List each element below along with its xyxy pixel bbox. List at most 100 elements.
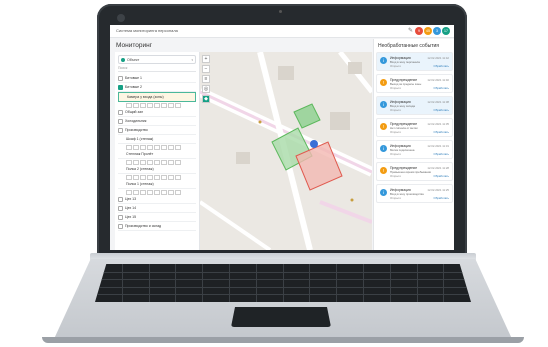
object-tree-panel: Объект ▾ Поиск Битовые 1 Битовые 2 Камер…	[115, 52, 200, 250]
warning-icon: !	[380, 123, 387, 130]
checkbox[interactable]	[118, 205, 123, 211]
tree-item-label: Камера у входа (зоны)	[127, 95, 164, 99]
tree-item-selected[interactable]: Камера у входа (зоны)	[118, 92, 196, 102]
info-icon: i	[380, 189, 387, 196]
event-status: Открыто	[390, 108, 402, 112]
process-event-link[interactable]: Обработать	[434, 108, 449, 112]
event-status: Открыто	[390, 86, 402, 90]
event-time: 12.02.2021 11:38	[427, 100, 449, 104]
map-view[interactable]: + − ≡ ◎ ◆	[200, 52, 372, 250]
chevron-down-icon: ▾	[191, 57, 193, 62]
event-card[interactable]: i Информация 12.02.2021 11:31 Метка подключ…	[376, 140, 453, 159]
tree-item-label: Цех 14	[125, 206, 137, 210]
event-status: Открыто	[390, 130, 402, 134]
event-time: 12.02.2021 11:35	[427, 122, 449, 126]
status-dot-icon	[121, 57, 125, 62]
tree-item-label: Производство и склад	[125, 224, 162, 228]
laptop: Система мониторинга персонала ✎ 9 45 3 1…	[0, 0, 548, 347]
locate-icon[interactable]: ◎	[202, 85, 210, 93]
notification-badges: ✎ 9 45 3 17	[408, 27, 450, 35]
tree-item[interactable]: Производство	[118, 126, 196, 135]
tree-item-label: Цех 13	[125, 197, 137, 201]
object-select[interactable]: Объект ▾	[118, 55, 196, 64]
event-status: Открыто	[390, 196, 402, 200]
event-status: Открыто	[390, 174, 402, 178]
tree-item-label: Стеллаж Пролёт	[126, 152, 154, 156]
tree-item-label: Битовые 2	[125, 85, 143, 89]
tree-item[interactable]: Стеллаж Пролёт	[118, 150, 196, 159]
tree-item[interactable]: Полка 2 (стелаж)	[118, 165, 196, 174]
map-canvas[interactable]	[200, 52, 372, 250]
process-event-link[interactable]: Обработать	[434, 152, 449, 156]
zoom-in-button[interactable]: +	[202, 55, 210, 63]
info-icon: i	[380, 101, 387, 108]
checkbox[interactable]	[118, 223, 123, 229]
tree-item-label: Битовые 1	[125, 76, 143, 80]
events-title: Необработанные события	[378, 43, 440, 49]
zoom-out-button[interactable]: −	[202, 65, 210, 73]
checkbox[interactable]	[118, 109, 123, 115]
object-select-value: Объект	[127, 57, 140, 62]
tree-item[interactable]: Холодильник	[118, 117, 196, 126]
event-card[interactable]: i Информация 12.02.2021 11:25 Вход в зону п…	[376, 184, 453, 203]
laptop-lid: Система мониторинга персонала ✎ 9 45 3 1…	[97, 4, 467, 255]
event-card[interactable]: i Информация 12.02.2021 11:42 Вход в зону п…	[376, 52, 453, 71]
checkbox[interactable]	[118, 196, 123, 202]
event-status: Открыто	[390, 64, 402, 68]
tree-item[interactable]: Производство и склад	[118, 222, 196, 231]
tree-item[interactable]: Цех 13	[118, 195, 196, 204]
process-event-link[interactable]: Обработать	[434, 174, 449, 178]
events-panel: Необработанные события i Информация 12.02.…	[373, 39, 454, 250]
tree-item[interactable]: Цех 14	[118, 204, 196, 213]
bezel-logo	[117, 14, 125, 22]
event-time: 12.02.2021 11:31	[427, 144, 449, 148]
checkbox[interactable]	[118, 84, 123, 90]
webcam	[279, 10, 282, 13]
screen: Система мониторинга персонала ✎ 9 45 3 1…	[110, 25, 454, 250]
events-list: i Информация 12.02.2021 11:42 Вход в зону п…	[376, 52, 453, 206]
tree-item[interactable]: Полка 1 (стелаж)	[118, 180, 196, 189]
process-event-link[interactable]: Обработать	[434, 64, 449, 68]
tree-item-label: Общий зал	[125, 110, 144, 114]
tree-item[interactable]: Битовые 1	[118, 74, 196, 83]
process-event-link[interactable]: Обработать	[434, 130, 449, 134]
warning-icon: !	[380, 167, 387, 174]
badge-warnings[interactable]: 45	[424, 27, 432, 35]
tree-item[interactable]: Общий зал	[118, 108, 196, 117]
keyboard	[95, 264, 471, 302]
checkbox[interactable]	[118, 75, 123, 81]
event-time: 12.02.2021 11:25	[427, 188, 449, 192]
warning-icon: !	[380, 79, 387, 86]
badge-alarms[interactable]: 9	[415, 27, 423, 35]
event-card[interactable]: ! Предупреждение 12.02.2021 11:40 Выход за …	[376, 74, 453, 93]
event-card[interactable]: ! Предупреждение 12.02.2021 11:28 Превышено…	[376, 162, 453, 181]
tree-item[interactable]: Цех 15	[118, 213, 196, 222]
tree-item-label: Шкаф 1 (стелаж)	[126, 137, 154, 141]
tree-item-label: Полка 1 (стелаж)	[126, 182, 154, 186]
draw-zone-button[interactable]: ◆	[202, 95, 210, 103]
tree-item-label: Цех 15	[125, 215, 137, 219]
person-marker	[310, 140, 318, 148]
event-card[interactable]: i Информация 12.02.2021 11:38 Вход в зону с…	[376, 96, 453, 115]
badge-info[interactable]: 3	[433, 27, 441, 35]
checkbox[interactable]	[118, 127, 123, 133]
event-card[interactable]: ! Предупреждение 12.02.2021 11:35 Нет сигна…	[376, 118, 453, 137]
laptop-front-edge	[42, 337, 524, 343]
app-header: Система мониторинга персонала ✎ 9 45 3 1…	[110, 25, 454, 38]
user-avatar[interactable]: 17	[442, 27, 450, 35]
bell-icon[interactable]: ✎	[408, 27, 414, 35]
event-time: 12.02.2021 11:42	[427, 56, 449, 60]
tree-item-label: Полка 2 (стелаж)	[126, 167, 154, 171]
process-event-link[interactable]: Обработать	[434, 86, 449, 90]
tree-item[interactable]: Шкаф 1 (стелаж)	[118, 135, 196, 144]
checkbox[interactable]	[118, 118, 123, 124]
tree-item[interactable]: Битовые 2	[118, 83, 196, 92]
info-icon: i	[380, 57, 387, 64]
checkbox[interactable]	[118, 214, 123, 220]
event-time: 12.02.2021 11:40	[427, 78, 449, 82]
tree-item-label: Производство	[125, 128, 148, 132]
app-title: Система мониторинга персонала	[116, 28, 178, 33]
layers-icon[interactable]: ≡	[202, 75, 210, 83]
process-event-link[interactable]: Обработать	[434, 196, 449, 200]
search-input[interactable]: Поиск	[118, 66, 196, 72]
